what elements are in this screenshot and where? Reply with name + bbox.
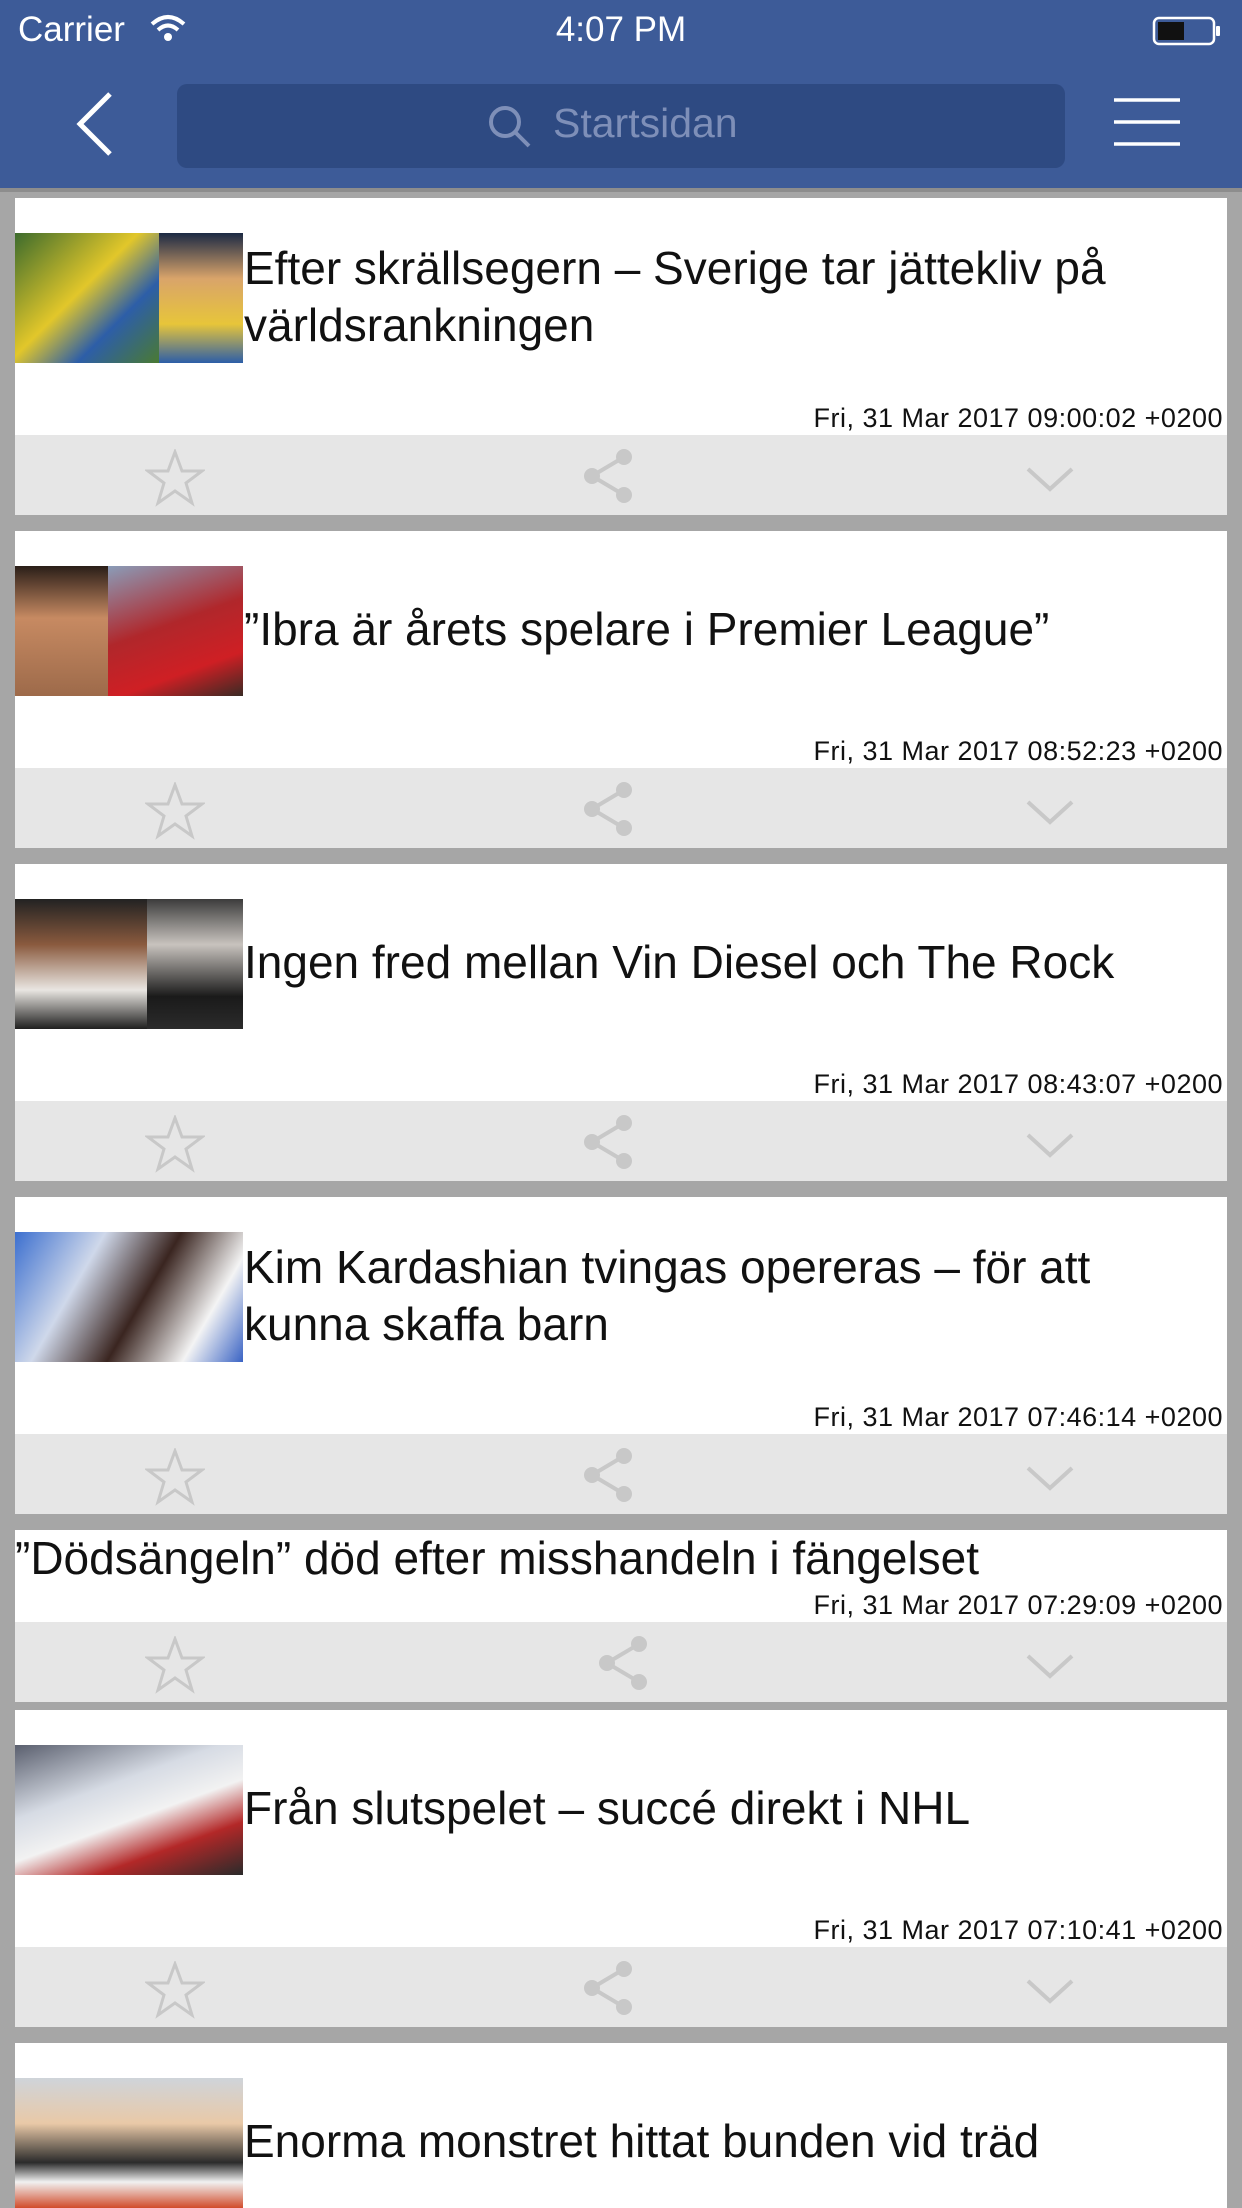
- article-card[interactable]: Ingen fred mellan Vin Diesel och The Roc…: [15, 864, 1227, 1181]
- star-icon[interactable]: [143, 780, 207, 845]
- menu-button[interactable]: [1112, 96, 1182, 152]
- article-card[interactable]: Från slutspelet – succé direkt i NHL Fri…: [15, 1710, 1227, 2027]
- share-icon[interactable]: [595, 1634, 651, 1697]
- article-thumbnail[interactable]: [15, 1745, 243, 1875]
- share-icon[interactable]: [580, 1446, 636, 1509]
- star-icon[interactable]: [143, 1113, 207, 1178]
- star-icon[interactable]: [143, 1959, 207, 2024]
- share-icon[interactable]: [580, 780, 636, 843]
- back-button[interactable]: [70, 88, 130, 160]
- chevron-down-icon[interactable]: [1025, 1131, 1075, 1164]
- article-title[interactable]: Efter skrällsegern – Sverige tar jättekl…: [244, 240, 1106, 354]
- chevron-down-icon[interactable]: [1025, 1652, 1075, 1685]
- article-date: Fri, 31 Mar 2017 07:29:09 +0200: [813, 1590, 1223, 1620]
- article-title[interactable]: Ingen fred mellan Vin Diesel och The Roc…: [244, 934, 1114, 991]
- status-bar: Carrier 4:07 PM: [0, 0, 1242, 62]
- article-date: Fri, 31 Mar 2017 08:43:07 +0200: [813, 1069, 1223, 1099]
- chevron-down-icon[interactable]: [1025, 465, 1075, 498]
- article-actions: [15, 1947, 1227, 2027]
- share-icon[interactable]: [580, 1113, 636, 1176]
- article-card[interactable]: Efter skrällsegern – Sverige tar jättekl…: [15, 198, 1227, 515]
- article-actions: [15, 1434, 1227, 1514]
- article-card[interactable]: Enorma monstret hittat bunden vid träd: [15, 2043, 1227, 2208]
- chevron-down-icon[interactable]: [1025, 1977, 1075, 2010]
- article-title[interactable]: Från slutspelet – succé direkt i NHL: [244, 1780, 970, 1837]
- search-placeholder: Startsidan: [553, 100, 738, 146]
- article-card[interactable]: ”Ibra är årets spelare i Premier League”…: [15, 531, 1227, 848]
- article-thumbnail[interactable]: [15, 233, 243, 363]
- article-actions: [15, 435, 1227, 515]
- article-title[interactable]: ”Ibra är årets spelare i Premier League”: [244, 601, 1049, 658]
- article-actions: [15, 1101, 1227, 1181]
- star-icon[interactable]: [143, 1446, 207, 1511]
- star-icon[interactable]: [143, 1634, 207, 1699]
- search-input[interactable]: Startsidan: [177, 84, 1065, 168]
- chevron-down-icon[interactable]: [1025, 1464, 1075, 1497]
- share-icon[interactable]: [580, 1959, 636, 2022]
- article-date: Fri, 31 Mar 2017 07:10:41 +0200: [813, 1915, 1223, 1945]
- article-card[interactable]: Kim Kardashian tvingas opereras – för at…: [15, 1197, 1227, 1514]
- article-thumbnail[interactable]: [15, 1232, 243, 1362]
- article-date: Fri, 31 Mar 2017 08:52:23 +0200: [813, 736, 1223, 766]
- article-thumbnail[interactable]: [15, 899, 243, 1029]
- clock: 4:07 PM: [555, 10, 687, 49]
- hamburger-menu-icon: [1114, 98, 1180, 146]
- article-title[interactable]: Enorma monstret hittat bunden vid träd: [244, 2113, 1039, 2170]
- star-icon[interactable]: [143, 447, 207, 512]
- share-icon[interactable]: [580, 447, 636, 510]
- chevron-down-icon[interactable]: [1025, 798, 1075, 831]
- article-title[interactable]: ”Dödsängeln” död efter misshandeln i fän…: [15, 1530, 979, 1587]
- article-date: Fri, 31 Mar 2017 09:00:02 +0200: [813, 403, 1223, 433]
- nav-bar: Startsidan: [0, 62, 1242, 192]
- search-icon: [487, 104, 533, 155]
- article-title[interactable]: Kim Kardashian tvingas opereras – för at…: [244, 1239, 1090, 1353]
- article-actions: [15, 1622, 1227, 1702]
- article-thumbnail[interactable]: [15, 566, 243, 696]
- battery-icon: [1152, 16, 1222, 51]
- article-card[interactable]: ”Dödsängeln” död efter misshandeln i fän…: [15, 1530, 1227, 1702]
- chevron-left-icon: [76, 92, 112, 156]
- article-date: Fri, 31 Mar 2017 07:46:14 +0200: [813, 1402, 1223, 1432]
- article-actions: [15, 768, 1227, 848]
- article-thumbnail[interactable]: [15, 2078, 243, 2208]
